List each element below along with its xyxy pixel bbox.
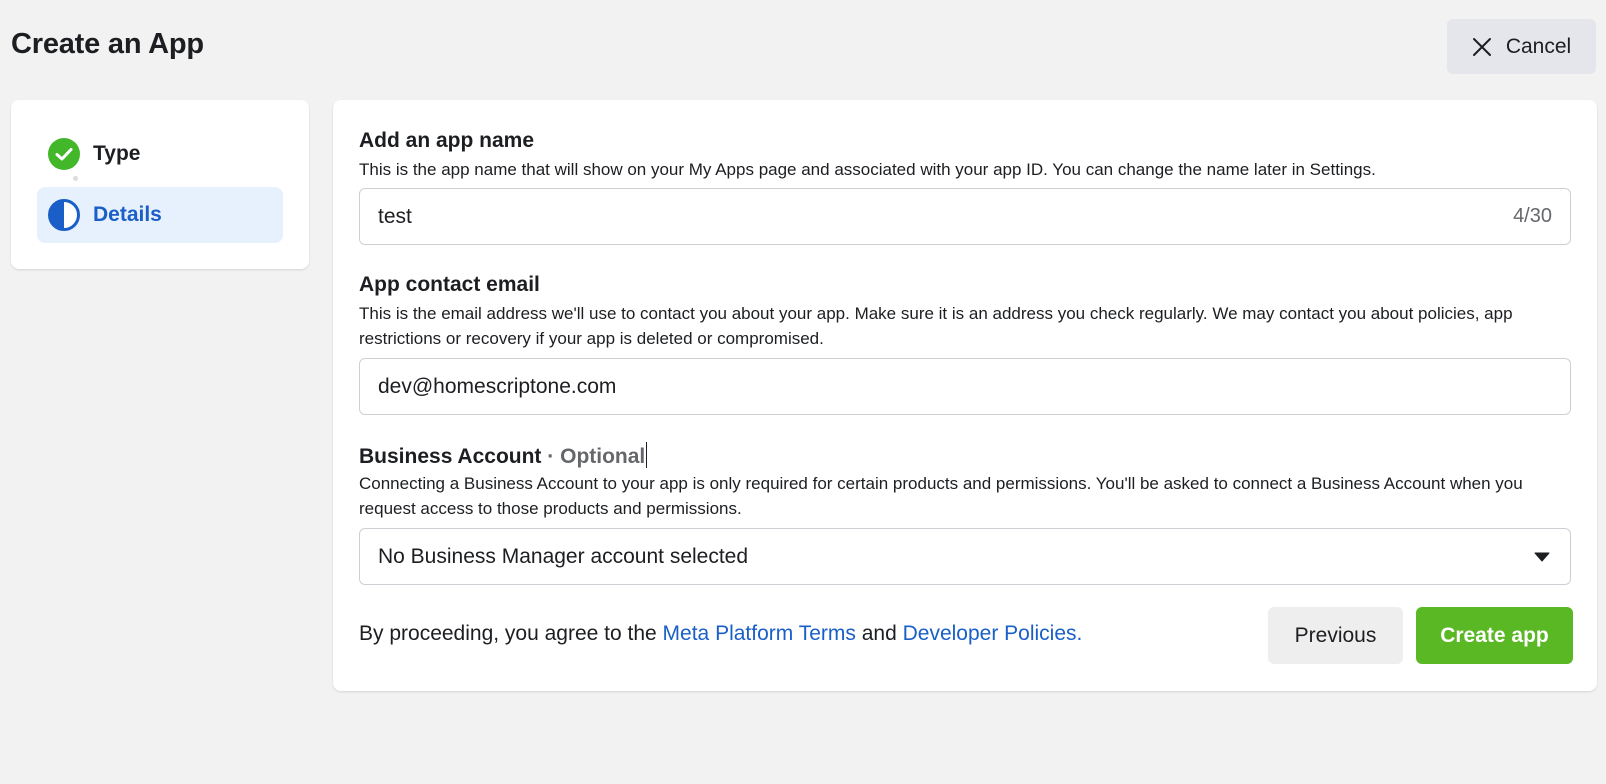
step-details[interactable]: Details <box>37 187 283 243</box>
business-account-title: Business Account · Optional <box>359 442 648 469</box>
terms-and: and <box>861 622 897 645</box>
half-circle-icon <box>48 199 80 231</box>
business-account-selected: No Business Manager account selected <box>378 544 749 568</box>
text-caret <box>646 442 648 468</box>
char-counter: 4/30 <box>1513 205 1552 227</box>
create-app-button[interactable]: Create app <box>1416 607 1573 664</box>
business-account-label: Business Account <box>359 445 542 468</box>
contact-email-description: This is the email address we'll use to c… <box>359 304 1513 348</box>
cancel-button[interactable]: Cancel <box>1447 19 1596 74</box>
step-type[interactable]: Type <box>37 126 283 182</box>
chevron-down-icon <box>1534 552 1550 561</box>
step-label: Details <box>93 203 162 226</box>
cancel-label: Cancel <box>1505 34 1572 58</box>
business-account-select[interactable]: No Business Manager account selected <box>359 528 1571 585</box>
step-label: Type <box>93 142 141 165</box>
terms-notice: By proceeding, you agree to the Meta Pla… <box>359 622 1082 646</box>
meta-platform-terms-link[interactable]: Meta Platform Terms <box>663 622 856 645</box>
steps-sidebar: Type Details <box>11 100 309 269</box>
business-account-description: Connecting a Business Account to your ap… <box>359 474 1523 518</box>
app-name-value: test <box>378 204 412 228</box>
email-field[interactable]: dev@homescriptone.com <box>359 358 1571 415</box>
check-circle-icon <box>48 138 80 170</box>
close-icon <box>1472 37 1491 56</box>
contact-email-title: App contact email <box>359 273 540 296</box>
terms-prefix: By proceeding, you agree to the <box>359 622 657 645</box>
email-value: dev@homescriptone.com <box>378 374 617 398</box>
previous-button[interactable]: Previous <box>1268 607 1403 664</box>
developer-policies-link[interactable]: Developer Policies. <box>903 622 1083 645</box>
optional-label: · Optional <box>547 445 646 468</box>
app-name-description: This is the app name that will show on y… <box>359 160 1376 179</box>
app-name-input[interactable]: test 4/30 <box>359 188 1571 245</box>
page-title: Create an App <box>11 28 204 60</box>
app-details-form: Add an app name This is the app name tha… <box>333 100 1597 691</box>
app-name-title: Add an app name <box>359 129 535 152</box>
